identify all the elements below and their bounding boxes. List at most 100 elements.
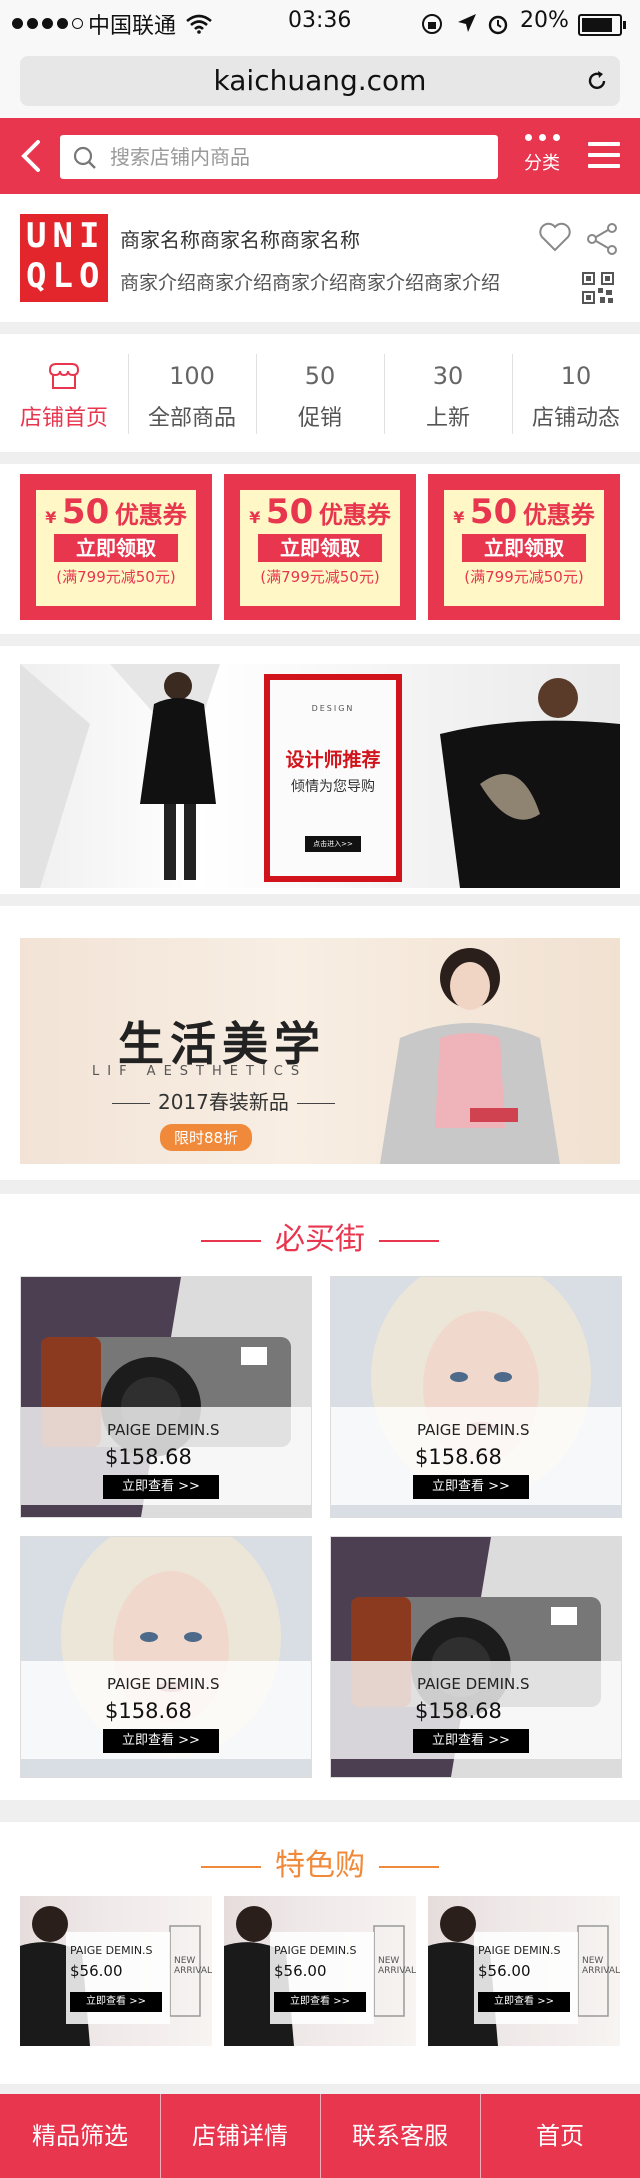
shop-tabs: 店铺首页 100 全部商品 50 促销 30 上新 10 店铺动态 — [0, 334, 640, 452]
coupon-text: 优惠券 — [114, 501, 187, 529]
battery-icon — [578, 14, 626, 36]
tab-label: 促销 — [297, 406, 342, 431]
product-name: PAIGE DEMIN.S — [274, 1944, 357, 1957]
lifestyle-english: LIF AESTHETICS — [92, 1064, 308, 1079]
section-title-text: 必买街 — [275, 1222, 365, 1257]
featured-section: 特色购 NEW ARRIVAL PAIGE DEMIN.S $56.00 立即查… — [0, 1822, 640, 2084]
coupon-text: 优惠券 — [318, 501, 391, 529]
back-icon[interactable] — [14, 138, 50, 174]
product-name: PAIGE DEMIN.S — [417, 1675, 530, 1693]
lifestyle-banner[interactable]: 生活美学 LIF AESTHETICS 2017春装新品 限时88折 — [20, 938, 620, 1164]
designer-recommend-subtitle: 倾情为您导购 — [291, 779, 375, 795]
product-price: $158.68 — [105, 1445, 192, 1469]
product-name: PAIGE DEMIN.S — [107, 1675, 220, 1693]
product-price: $158.68 — [105, 1699, 192, 1723]
coupon-value: 50 — [469, 492, 518, 532]
coupon-value: 50 — [61, 492, 110, 532]
season-label: 2017春装新品 — [104, 1086, 343, 1115]
bottom-nav: 精品筛选 店铺详情 联系客服 首页 — [0, 2094, 640, 2178]
qr-code-icon[interactable] — [582, 272, 614, 304]
clock: 03:36 — [288, 8, 352, 33]
coupon-text: 优惠券 — [522, 501, 595, 529]
nav-shop-details[interactable]: 店铺详情 — [160, 2094, 320, 2178]
new-arrival-tag: NEW ARRIVAL — [582, 1956, 620, 1976]
search-icon — [73, 146, 96, 169]
tab-count: 50 — [304, 362, 336, 390]
shop-info: UNI QLO 商家名称商家名称商家名称 商家介绍商家介绍商家介绍商家介绍商家介… — [0, 194, 640, 322]
search-placeholder: 搜索店铺内商品 — [110, 145, 250, 169]
menu-icon[interactable] — [588, 142, 620, 168]
product-price: $56.00 — [274, 1962, 327, 1980]
coupon-currency: ¥ — [249, 508, 261, 527]
reload-icon[interactable] — [586, 70, 608, 92]
coupon-card[interactable]: ¥ 50 优惠券 立即领取 (满799元减50元) — [224, 474, 416, 620]
designer-banner-section: DESIGN 设计师推荐 倾情为您导购 点击进入>> — [0, 646, 640, 894]
view-product-button[interactable]: 立即查看 >> — [103, 1475, 219, 1499]
featured-card[interactable]: NEW ARRIVAL PAIGE DEMIN.S $56.00 立即查看 >> — [428, 1896, 620, 2046]
view-product-button[interactable]: 立即查看 >> — [413, 1475, 529, 1499]
tab-new-arrivals[interactable]: 30 上新 — [384, 334, 512, 452]
designer-banner[interactable]: DESIGN 设计师推荐 倾情为您导购 点击进入>> — [20, 664, 620, 888]
coupon-card[interactable]: ¥ 50 优惠券 立即领取 (满799元减50元) — [20, 474, 212, 620]
search-input[interactable]: 搜索店铺内商品 — [60, 135, 498, 179]
url-field[interactable]: kaichuang.com — [20, 56, 620, 106]
section-title-text: 特色购 — [275, 1848, 365, 1883]
browser-bar: kaichuang.com — [0, 48, 640, 118]
nav-home[interactable]: 首页 — [480, 2094, 640, 2178]
product-name: PAIGE DEMIN.S — [107, 1421, 220, 1439]
product-card[interactable]: PAIGE DEMIN.S $158.68 立即查看 >> — [20, 1536, 312, 1778]
section-title: 必买街 — [0, 1214, 640, 1258]
rotation-lock-icon — [422, 14, 442, 34]
tab-home[interactable]: 店铺首页 — [0, 334, 128, 452]
view-product-button[interactable]: 立即查看 >> — [478, 1992, 570, 2012]
status-bar: 中国联通 03:36 20% — [0, 0, 640, 48]
nav-featured-filter[interactable]: 精品筛选 — [0, 2094, 160, 2178]
view-product-button[interactable]: 立即查看 >> — [103, 1729, 219, 1753]
coupon-amount: ¥ 50 优惠券 — [240, 492, 400, 532]
view-product-button[interactable]: 立即查看 >> — [413, 1729, 529, 1753]
product-price: $56.00 — [478, 1962, 531, 1980]
claim-coupon-button[interactable]: 立即领取 — [462, 534, 586, 562]
banner-model-image — [380, 948, 560, 1164]
nav-contact-service[interactable]: 联系客服 — [320, 2094, 480, 2178]
coupon-condition: (满799元减50元) — [260, 568, 380, 586]
new-arrival-tag: NEW ARRIVAL — [174, 1956, 212, 1976]
category-button[interactable]: 分类 — [518, 128, 566, 175]
wifi-icon — [186, 14, 212, 34]
claim-coupon-button[interactable]: 立即领取 — [258, 534, 382, 562]
coupon-condition: (满799元减50元) — [56, 568, 176, 586]
coupon-section: ¥ 50 优惠券 立即领取 (满799元减50元) ¥ 50 优惠券 立即领取 … — [0, 464, 640, 634]
product-card[interactable]: PAIGE DEMIN.S $158.68 立即查看 >> — [20, 1276, 312, 1518]
category-label: 分类 — [524, 153, 560, 174]
coupon-card[interactable]: ¥ 50 优惠券 立即领取 (满799元减50元) — [428, 474, 620, 620]
alarm-icon — [488, 15, 508, 35]
tab-all-products[interactable]: 100 全部商品 — [128, 334, 256, 452]
logo-line-2: QLO — [26, 256, 106, 296]
discount-button[interactable]: 限时88折 — [160, 1124, 253, 1151]
location-icon — [458, 14, 476, 32]
designer-recommend-title: 设计师推荐 — [285, 749, 381, 771]
section-title: 特色购 — [0, 1840, 640, 1884]
tab-promotions[interactable]: 50 促销 — [256, 334, 384, 452]
product-card[interactable]: PAIGE DEMIN.S $158.68 立即查看 >> — [330, 1276, 622, 1518]
favorite-heart-icon[interactable] — [538, 222, 572, 252]
product-price: $56.00 — [70, 1962, 123, 1980]
product-card[interactable]: PAIGE DEMIN.S $158.68 立即查看 >> — [330, 1536, 622, 1778]
claim-coupon-button[interactable]: 立即领取 — [54, 534, 178, 562]
enter-button[interactable]: 点击进入>> — [305, 836, 361, 852]
tab-shop-news[interactable]: 10 店铺动态 — [512, 334, 640, 452]
view-product-button[interactable]: 立即查看 >> — [70, 1992, 162, 2012]
signal-icon — [12, 18, 83, 29]
view-product-button[interactable]: 立即查看 >> — [274, 1992, 366, 2012]
tab-label: 上新 — [425, 406, 470, 431]
coupon-condition: (满799元减50元) — [464, 568, 584, 586]
coupon-currency: ¥ — [45, 508, 57, 527]
product-name: PAIGE DEMIN.S — [70, 1944, 153, 1957]
battery-percent: 20% — [520, 8, 569, 33]
featured-card[interactable]: NEW ARRIVAL PAIGE DEMIN.S $56.00 立即查看 >> — [224, 1896, 416, 2046]
carrier-label: 中国联通 — [88, 14, 177, 39]
more-dots-icon — [518, 134, 566, 141]
featured-card[interactable]: NEW ARRIVAL PAIGE DEMIN.S $56.00 立即查看 >> — [20, 1896, 212, 2046]
product-price: $158.68 — [415, 1699, 502, 1723]
share-icon[interactable] — [586, 222, 620, 256]
